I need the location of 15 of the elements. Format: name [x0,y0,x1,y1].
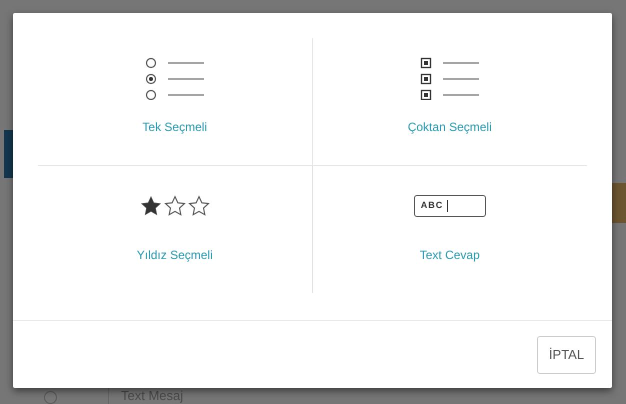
checkbox-list-icon [420,56,480,100]
sample-text: ABC [420,198,444,212]
radio-list-icon [144,56,205,100]
option-link[interactable]: Tek Seçmeli [142,119,208,135]
option-link[interactable]: Text Cevap [420,246,480,262]
option-link[interactable]: Yıldız Seçmeli [136,246,213,262]
cancel-button[interactable]: İPTAL [537,336,596,374]
star-icon [164,194,186,216]
header-bar [612,183,626,223]
header-bar [4,130,13,178]
text-cursor-icon [447,200,448,212]
star-icon [140,194,162,216]
radio-button[interactable] [44,391,57,404]
star-icon [188,194,210,216]
option-link[interactable]: Çoktan Seçmeli [408,119,492,135]
